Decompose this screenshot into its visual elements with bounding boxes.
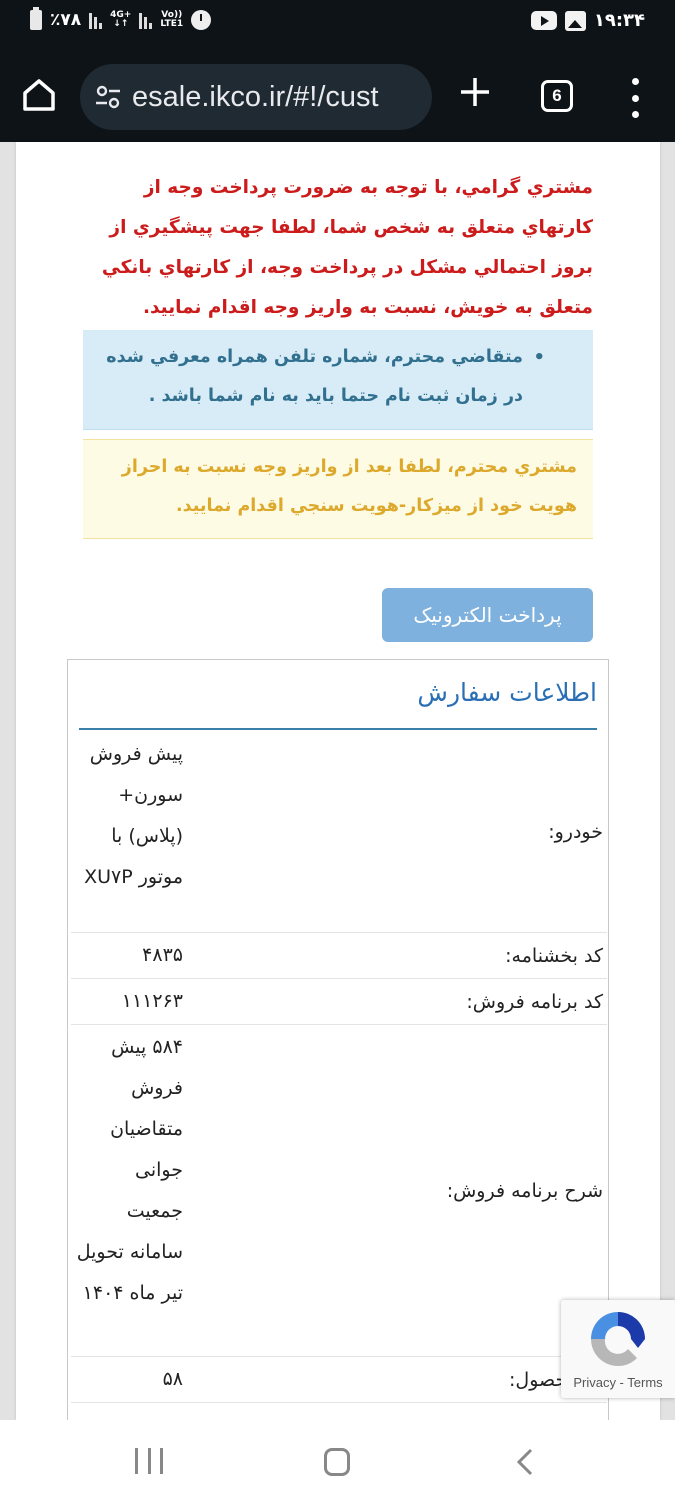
panel-title: اطلاعات سفارش — [417, 678, 597, 707]
network-type: 4G+ ↓↑ — [110, 10, 132, 29]
status-bar: ٪۷۸ 4G+ ↓↑ Vo)) LTE1 ۱۹:۳۴ — [0, 0, 675, 50]
browser-toolbar: esale.ikco.ir/#!/cust 6 — [0, 50, 675, 142]
order-info-panel: اطلاعات سفارش خودرو: پیش فروش سورن+ (پلا… — [67, 659, 609, 1420]
browser-menu-button[interactable] — [628, 78, 642, 118]
signal-icon-2 — [139, 11, 153, 29]
row-value: ۵۸ — [162, 1368, 183, 1390]
row-label: شرح برنامه فروش: — [446, 1179, 603, 1202]
table-row-product-code: کد محصول: ۵۸ — [71, 1357, 607, 1403]
payment-card-warning: مشتري گرامي، با توجه به ضرورت پرداخت وجه… — [101, 177, 593, 318]
row-value-cell: ۱۱۱۲۶۳ — [71, 979, 183, 1026]
table-row-sale-program-description: شرح برنامه فروش: ۵۸۴ پیش فروش متقاضیان ج… — [71, 1025, 607, 1357]
system-nav-bar — [0, 1420, 675, 1500]
tab-switcher-button[interactable]: 6 — [541, 80, 573, 112]
row-value: ۱۱۱۲۶۳ — [121, 990, 183, 1012]
row-value: پیش فروش سورن+ (پلاس) با موتور XU۷P — [84, 743, 183, 888]
row-value: ۴۸۳۵ — [142, 944, 183, 966]
recaptcha-privacy-terms-link[interactable]: Privacy - Terms — [561, 1375, 675, 1390]
web-page: مشتري گرامي، با توجه به ضرورت پرداخت وجه… — [16, 142, 660, 1420]
table-row-car: خودرو: پیش فروش سورن+ (پلاس) با موتور XU… — [71, 732, 607, 933]
row-value-cell: ۵۸۴ پیش فروش متقاضیان جوانی جمعیت سامانه… — [71, 1025, 183, 1318]
plus-icon — [461, 78, 489, 106]
info-alert: متقاضي محترم، شماره تلفن همراه معرفي شده… — [83, 330, 593, 430]
row-label: خودرو: — [548, 821, 603, 843]
table-row-circular-code: کد بخشنامه: ۴۸۳۵ — [71, 933, 607, 979]
battery-level: ٪۷۸ — [50, 10, 82, 30]
clock: ۱۹:۳۴ — [593, 10, 645, 31]
order-info-table: خودرو: پیش فروش سورن+ (پلاس) با موتور XU… — [71, 732, 607, 1403]
row-value: ۵۸۴ پیش فروش متقاضیان جوانی جمعیت سامانه… — [76, 1036, 183, 1304]
volte-indicator: Vo)) LTE1 — [160, 10, 184, 29]
recaptcha-logo-icon — [591, 1312, 645, 1366]
status-left: ٪۷۸ 4G+ ↓↑ Vo)) LTE1 — [30, 7, 212, 30]
site-settings-icon[interactable] — [94, 83, 122, 111]
back-icon — [516, 1448, 533, 1476]
identity-verification-alert: مشتري محترم، لطفا بعد از واريز وجه نسبت … — [83, 439, 593, 539]
recaptcha-badge[interactable]: Privacy - Terms — [561, 1300, 675, 1398]
youtube-notification-icon — [530, 11, 557, 30]
back-button[interactable] — [513, 1447, 537, 1477]
alarm-icon — [191, 10, 212, 30]
panel-divider — [79, 728, 597, 730]
row-value-cell: پیش فروش سورن+ (پلاس) با موتور XU۷P — [71, 732, 183, 902]
menu-dot — [631, 94, 639, 102]
info-alert-item: متقاضي محترم، شماره تلفن همراه معرفي شده… — [103, 338, 563, 416]
row-value-cell: ۴۸۳۵ — [71, 933, 183, 980]
menu-dot — [631, 78, 639, 85]
status-right: ۱۹:۳۴ — [530, 10, 645, 31]
home-button[interactable] — [20, 76, 58, 114]
row-label: کد بخشنامه: — [505, 944, 603, 967]
gallery-notification-icon — [564, 10, 586, 31]
row-label: کد برنامه فروش: — [466, 990, 603, 1013]
battery-icon — [30, 7, 42, 30]
new-tab-button[interactable] — [455, 72, 495, 112]
row-value-cell: ۵۸ — [71, 1357, 183, 1404]
signal-icon — [89, 11, 103, 29]
electronic-payment-button[interactable]: پرداخت الکترونیک — [382, 588, 593, 642]
url-text[interactable]: esale.ikco.ir/#!/cust — [132, 81, 379, 114]
home-icon — [23, 79, 55, 111]
table-row-sale-program-code: کد برنامه فروش: ۱۱۱۲۶۳ — [71, 979, 607, 1025]
home-nav-button[interactable] — [324, 1448, 350, 1476]
menu-dot — [631, 111, 639, 118]
recent-apps-button[interactable] — [135, 1448, 163, 1474]
address-bar[interactable]: esale.ikco.ir/#!/cust — [80, 64, 432, 130]
